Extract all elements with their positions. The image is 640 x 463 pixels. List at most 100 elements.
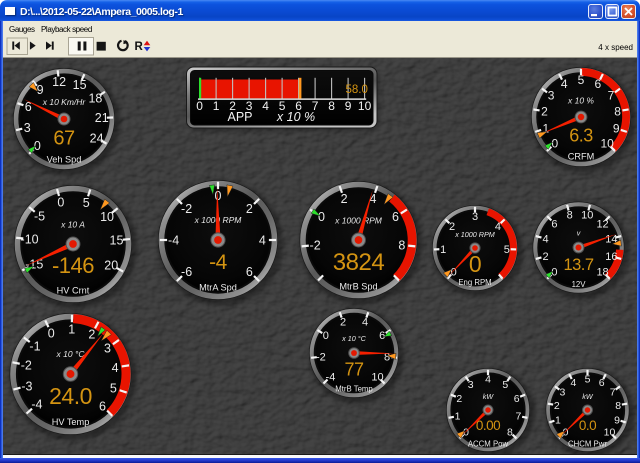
svg-text:1: 1 (555, 414, 561, 426)
svg-text:2: 2 (340, 316, 346, 328)
svg-text:10: 10 (581, 209, 593, 221)
svg-text:13.7: 13.7 (563, 256, 593, 274)
svg-text:0: 0 (551, 136, 558, 150)
svg-text:10: 10 (600, 136, 614, 150)
svg-text:18: 18 (596, 266, 608, 278)
svg-text:10: 10 (371, 371, 383, 383)
svg-text:2: 2 (541, 104, 548, 118)
svg-text:6: 6 (514, 393, 520, 405)
svg-text:58.0: 58.0 (346, 84, 368, 96)
svg-text:CRFM: CRFM (568, 152, 595, 162)
svg-text:4: 4 (262, 99, 269, 113)
svg-text:-4: -4 (209, 251, 227, 274)
svg-text:Eng RPM: Eng RPM (458, 278, 491, 287)
svg-text:10: 10 (100, 210, 114, 224)
svg-text:4: 4 (485, 374, 491, 386)
svg-text:9: 9 (614, 414, 620, 426)
svg-text:8: 8 (567, 209, 573, 221)
svg-text:x 10 °C: x 10 °C (341, 334, 366, 343)
svg-text:x 1000 RPM: x 1000 RPM (454, 230, 495, 239)
svg-text:x 1000 RPM: x 1000 RPM (334, 216, 383, 226)
svg-text:4: 4 (112, 361, 119, 375)
svg-text:2: 2 (543, 251, 549, 263)
svg-text:3: 3 (468, 379, 474, 391)
svg-text:77: 77 (344, 360, 364, 380)
svg-text:0: 0 (323, 330, 329, 342)
svg-text:x 10 %: x 10 % (276, 110, 315, 124)
svg-text:0: 0 (196, 99, 203, 113)
svg-text:MtrA Spd: MtrA Spd (199, 282, 237, 292)
svg-text:-3: -3 (21, 379, 32, 393)
svg-text:6: 6 (594, 77, 601, 91)
svg-text:-4: -4 (326, 371, 336, 383)
svg-text:0.00: 0.00 (476, 418, 500, 433)
svg-text:5: 5 (578, 73, 585, 87)
svg-text:4: 4 (570, 377, 576, 389)
svg-text:7: 7 (516, 411, 522, 423)
svg-text:ACCM Pow: ACCM Pow (468, 439, 509, 448)
svg-text:9: 9 (37, 83, 44, 97)
svg-text:CHCM Pwr: CHCM Pwr (568, 439, 607, 448)
svg-text:0: 0 (318, 210, 325, 224)
svg-text:2: 2 (88, 328, 95, 342)
svg-text:kW: kW (582, 392, 594, 401)
svg-text:8: 8 (328, 99, 335, 113)
svg-text:15: 15 (73, 78, 87, 92)
svg-text:1: 1 (455, 411, 461, 423)
svg-text:Veh Spd: Veh Spd (47, 154, 82, 164)
svg-text:HV Crnt: HV Crnt (57, 286, 90, 296)
svg-text:-5: -5 (34, 209, 45, 223)
svg-text:1: 1 (440, 244, 446, 256)
svg-text:24: 24 (90, 131, 104, 145)
svg-text:5: 5 (83, 196, 90, 210)
svg-text:4: 4 (362, 316, 368, 328)
svg-text:12: 12 (596, 218, 608, 230)
svg-text:3: 3 (472, 211, 478, 223)
svg-text:67: 67 (53, 128, 75, 150)
svg-text:0.0: 0.0 (579, 418, 596, 433)
svg-text:HV Temp: HV Temp (52, 417, 90, 427)
svg-text:7: 7 (608, 88, 615, 102)
svg-text:21: 21 (95, 111, 109, 125)
svg-text:x 10 Km/Hr: x 10 Km/Hr (42, 97, 87, 107)
svg-text:6: 6 (599, 377, 605, 389)
svg-text:2: 2 (456, 393, 462, 405)
svg-text:8: 8 (614, 104, 621, 118)
svg-text:4: 4 (561, 77, 568, 91)
svg-text:18: 18 (88, 91, 102, 105)
svg-text:-1: -1 (29, 340, 40, 354)
svg-text:0: 0 (48, 327, 55, 341)
svg-text:3: 3 (548, 88, 555, 102)
svg-text:5: 5 (110, 382, 117, 396)
svg-text:3: 3 (104, 341, 111, 355)
svg-text:6: 6 (99, 399, 106, 413)
svg-text:4: 4 (259, 233, 266, 247)
svg-text:-6: -6 (181, 265, 192, 279)
svg-text:4: 4 (495, 221, 501, 233)
svg-text:R: R (135, 41, 144, 53)
svg-text:6: 6 (379, 330, 385, 342)
svg-text:10: 10 (358, 99, 372, 113)
svg-text:kW: kW (483, 392, 495, 401)
svg-text:-2: -2 (21, 358, 32, 372)
svg-text:x 10 A: x 10 A (60, 220, 85, 230)
svg-text:-10: -10 (21, 233, 39, 247)
svg-text:3824: 3824 (333, 249, 385, 276)
svg-text:5: 5 (585, 374, 591, 386)
svg-text:7: 7 (610, 386, 616, 398)
svg-text:5: 5 (504, 244, 510, 256)
svg-text:1: 1 (213, 99, 220, 113)
svg-text:24.0: 24.0 (49, 383, 92, 409)
svg-text:8: 8 (398, 238, 405, 252)
svg-text:2: 2 (341, 192, 348, 206)
svg-text:12: 12 (52, 75, 66, 89)
svg-text:4: 4 (543, 234, 549, 246)
svg-text:15: 15 (110, 234, 124, 248)
svg-text:8: 8 (615, 400, 621, 412)
svg-text:2: 2 (554, 400, 560, 412)
svg-text:-4: -4 (168, 233, 179, 247)
svg-text:3: 3 (24, 121, 31, 135)
svg-text:16: 16 (605, 251, 617, 263)
svg-text:9: 9 (345, 99, 352, 113)
svg-text:10: 10 (604, 427, 616, 439)
